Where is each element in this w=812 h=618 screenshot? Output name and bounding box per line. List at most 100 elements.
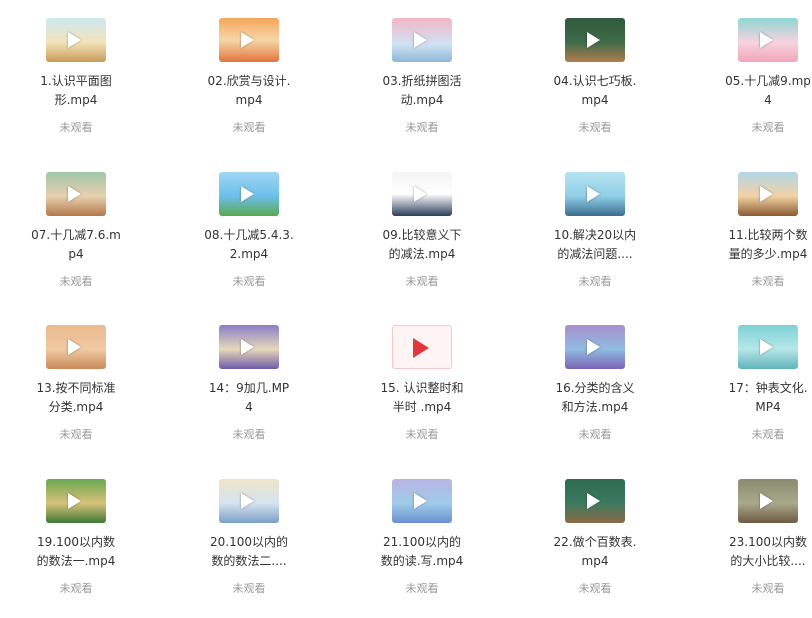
play-icon[interactable]	[68, 339, 81, 355]
video-thumbnail[interactable]	[392, 325, 452, 369]
play-icon[interactable]	[68, 32, 81, 48]
play-icon[interactable]	[241, 32, 254, 48]
play-icon[interactable]	[414, 186, 427, 202]
watch-status: 未观看	[232, 121, 266, 134]
play-icon[interactable]	[413, 338, 429, 358]
filename-line-1: 20.100以内的	[210, 535, 288, 549]
play-icon[interactable]	[587, 493, 600, 509]
video-thumbnail[interactable]	[565, 479, 625, 523]
video-item[interactable]: 11.比较两个数 量的多少.mp4 未观看	[693, 154, 812, 304]
video-item[interactable]: 17：钟表文化. MP4 未观看	[693, 307, 812, 457]
video-item[interactable]: 05.十几减9.mp 4 未观看	[693, 0, 812, 150]
video-item[interactable]: 04.认识七巧板. mp4 未观看	[520, 0, 670, 150]
video-item[interactable]: 16.分类的含义 和方法.mp4 未观看	[520, 307, 670, 457]
filename-line-2: 分类.mp4	[48, 400, 104, 414]
filename-line-1: 23.100以内数	[729, 535, 807, 549]
video-filename[interactable]: 17：钟表文化. MP4	[693, 379, 812, 417]
video-thumbnail[interactable]	[565, 172, 625, 216]
play-icon[interactable]	[587, 186, 600, 202]
filename-line-2: 量的多少.mp4	[728, 247, 808, 261]
video-thumbnail[interactable]	[738, 479, 798, 523]
video-thumbnail[interactable]	[46, 172, 106, 216]
video-grid: 1.认识平面图 形.mp4 未观看 02.欣赏与设计. mp4 未观看 03.折纸拼图活 动.…	[0, 0, 812, 618]
video-thumbnail[interactable]	[219, 172, 279, 216]
video-filename[interactable]: 15. 认识整时和 半时 .mp4	[347, 379, 497, 417]
video-item[interactable]: 1.认识平面图 形.mp4 未观看	[1, 0, 151, 150]
filename-line-2: 的减法.mp4	[388, 247, 456, 261]
filename-line-2: 的数法一.mp4	[36, 554, 116, 568]
video-filename[interactable]: 21.100以内的 数的读.写.mp4	[347, 533, 497, 571]
video-item[interactable]: 03.折纸拼图活 动.mp4 未观看	[347, 0, 497, 150]
video-filename[interactable]: 05.十几减9.mp 4	[693, 72, 812, 110]
play-icon[interactable]	[241, 493, 254, 509]
video-item[interactable]: 23.100以内数 的大小比较.... 未观看	[693, 461, 812, 611]
play-icon[interactable]	[241, 339, 254, 355]
video-filename[interactable]: 20.100以内的 数的数法二....	[174, 533, 324, 571]
video-thumbnail[interactable]	[46, 325, 106, 369]
watch-status: 未观看	[232, 428, 266, 441]
play-icon[interactable]	[241, 186, 254, 202]
video-thumbnail[interactable]	[738, 172, 798, 216]
video-filename[interactable]: 1.认识平面图 形.mp4	[1, 72, 151, 110]
video-item[interactable]: 13.按不同标准 分类.mp4 未观看	[1, 307, 151, 457]
video-thumbnail[interactable]	[219, 18, 279, 62]
play-icon[interactable]	[760, 32, 773, 48]
watch-status: 未观看	[405, 582, 439, 595]
video-filename[interactable]: 11.比较两个数 量的多少.mp4	[693, 226, 812, 264]
video-thumbnail[interactable]	[46, 479, 106, 523]
video-thumbnail[interactable]	[219, 325, 279, 369]
video-item[interactable]: 21.100以内的 数的读.写.mp4 未观看	[347, 461, 497, 611]
video-item[interactable]: 02.欣赏与设计. mp4 未观看	[174, 0, 324, 150]
video-item[interactable]: 20.100以内的 数的数法二.... 未观看	[174, 461, 324, 611]
play-icon[interactable]	[68, 493, 81, 509]
play-icon[interactable]	[414, 32, 427, 48]
video-item[interactable]: 22.做个百数表. mp4 未观看	[520, 461, 670, 611]
video-filename[interactable]: 09.比较意义下 的减法.mp4	[347, 226, 497, 264]
play-icon[interactable]	[760, 339, 773, 355]
video-filename[interactable]: 13.按不同标准 分类.mp4	[1, 379, 151, 417]
video-item[interactable]: 14：9加几.MP 4 未观看	[174, 307, 324, 457]
video-filename[interactable]: 07.十几减7.6.m p4	[1, 226, 151, 264]
filename-line-1: 1.认识平面图	[40, 74, 112, 88]
filename-line-1: 05.十几减9.mp	[725, 74, 811, 88]
play-icon[interactable]	[587, 32, 600, 48]
video-item[interactable]: 08.十几减5.4.3. 2.mp4 未观看	[174, 154, 324, 304]
video-filename[interactable]: 08.十几减5.4.3. 2.mp4	[174, 226, 324, 264]
filename-line-1: 19.100以内数	[37, 535, 115, 549]
video-filename[interactable]: 03.折纸拼图活 动.mp4	[347, 72, 497, 110]
video-filename[interactable]: 14：9加几.MP 4	[174, 379, 324, 417]
video-filename[interactable]: 19.100以内数 的数法一.mp4	[1, 533, 151, 571]
video-thumbnail[interactable]	[738, 325, 798, 369]
video-thumbnail[interactable]	[392, 172, 452, 216]
watch-status: 未观看	[232, 582, 266, 595]
play-icon[interactable]	[587, 339, 600, 355]
video-thumbnail[interactable]	[565, 325, 625, 369]
video-item[interactable]: 09.比较意义下 的减法.mp4 未观看	[347, 154, 497, 304]
video-filename[interactable]: 04.认识七巧板. mp4	[520, 72, 670, 110]
video-item[interactable]: 07.十几减7.6.m p4 未观看	[1, 154, 151, 304]
play-icon[interactable]	[68, 186, 81, 202]
video-item[interactable]: 10.解决20以内 的减法问题.... 未观看	[520, 154, 670, 304]
video-filename[interactable]: 10.解决20以内 的减法问题....	[520, 226, 670, 264]
filename-line-2: 的大小比较....	[730, 554, 806, 568]
play-icon[interactable]	[760, 493, 773, 509]
video-item[interactable]: 15. 认识整时和 半时 .mp4 未观看	[347, 307, 497, 457]
filename-line-2: 动.mp4	[400, 93, 444, 107]
video-thumbnail[interactable]	[392, 479, 452, 523]
video-item[interactable]: 19.100以内数 的数法一.mp4 未观看	[1, 461, 151, 611]
watch-status: 未观看	[751, 121, 785, 134]
video-thumbnail[interactable]	[392, 18, 452, 62]
watch-status: 未观看	[578, 275, 612, 288]
video-filename[interactable]: 23.100以内数 的大小比较....	[693, 533, 812, 571]
filename-line-2: 数的数法二....	[211, 554, 287, 568]
play-icon[interactable]	[414, 493, 427, 509]
video-thumbnail[interactable]	[46, 18, 106, 62]
play-icon[interactable]	[760, 186, 773, 202]
video-filename[interactable]: 16.分类的含义 和方法.mp4	[520, 379, 670, 417]
video-filename[interactable]: 02.欣赏与设计. mp4	[174, 72, 324, 110]
video-filename[interactable]: 22.做个百数表. mp4	[520, 533, 670, 571]
video-thumbnail[interactable]	[219, 479, 279, 523]
video-thumbnail[interactable]	[565, 18, 625, 62]
filename-line-1: 07.十几减7.6.m	[31, 228, 121, 242]
video-thumbnail[interactable]	[738, 18, 798, 62]
